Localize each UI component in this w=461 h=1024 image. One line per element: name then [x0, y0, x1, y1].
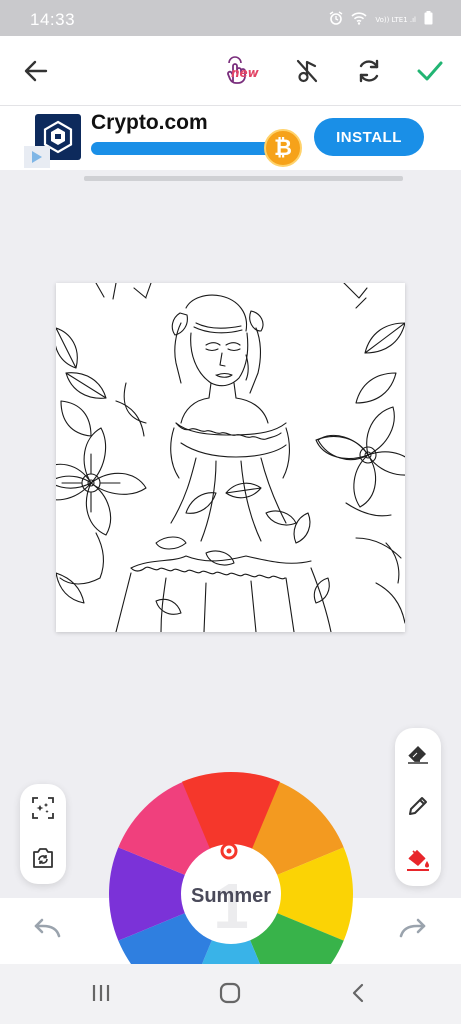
recent-apps-button[interactable]: [90, 982, 112, 1009]
selected-color-dot: [226, 848, 232, 854]
wifi-icon: [351, 11, 367, 30]
right-tool-panel: [395, 728, 441, 886]
checkmark-icon: [417, 61, 443, 81]
new-badge: new: [231, 66, 259, 80]
undo-icon: [34, 918, 61, 938]
tap-hint-button[interactable]: new: [214, 54, 262, 88]
back-nav-button[interactable]: [350, 982, 366, 1009]
done-button[interactable]: [413, 54, 447, 88]
home-icon: [219, 982, 241, 1004]
signal-text: Vo)) LTE1 .ıl: [375, 16, 416, 24]
left-tool-panel: [20, 784, 66, 884]
status-time: 14:33: [30, 10, 76, 29]
back-button[interactable]: [19, 54, 53, 88]
music-off-icon: [296, 59, 318, 83]
battery-icon: [424, 11, 433, 30]
camera-rotate-button[interactable]: [20, 838, 66, 878]
ad-choices-icon[interactable]: [24, 146, 50, 168]
fill-bucket-icon: [407, 849, 429, 871]
redo-button[interactable]: [398, 916, 428, 945]
undo-button[interactable]: [32, 916, 62, 945]
top-toolbar: new: [0, 36, 461, 106]
eraser-icon: [408, 746, 428, 764]
status-icons: Vo)) LTE1 .ıl: [329, 11, 433, 30]
camera-rotate-icon: [33, 848, 53, 868]
ad-banner[interactable]: Crypto.com ₿ INSTALL: [0, 106, 461, 170]
fill-bucket-button[interactable]: [395, 840, 441, 880]
bitcoin-icon: ₿: [264, 129, 302, 167]
home-button[interactable]: [218, 982, 242, 1009]
redo-icon: [399, 918, 426, 938]
status-bar: 14:33 Vo)) LTE1 .ıl: [0, 0, 461, 36]
refresh-button[interactable]: [352, 54, 386, 88]
pencil-icon: [409, 797, 427, 815]
alarm-icon: [329, 11, 343, 30]
system-nav-bar: [0, 964, 461, 1024]
magic-hint-button[interactable]: [20, 788, 66, 828]
pencil-button[interactable]: [395, 786, 441, 826]
ad-brand-name: Crypto.com: [91, 111, 208, 134]
ad-progress-bar: [91, 142, 281, 155]
coloring-page-artwork: [56, 283, 405, 632]
magic-icon: [32, 797, 54, 819]
palette-name: Summer: [191, 885, 271, 907]
coloring-canvas[interactable]: [56, 283, 405, 632]
mute-music-button[interactable]: [290, 54, 324, 88]
install-button[interactable]: INSTALL: [314, 118, 424, 156]
recent-apps-icon: [92, 985, 110, 1001]
eraser-button[interactable]: [395, 734, 441, 774]
panel-divider: [84, 176, 403, 181]
refresh-icon: [359, 59, 379, 83]
arrow-left-icon: [24, 60, 48, 82]
chevron-left-icon: [352, 983, 364, 1003]
